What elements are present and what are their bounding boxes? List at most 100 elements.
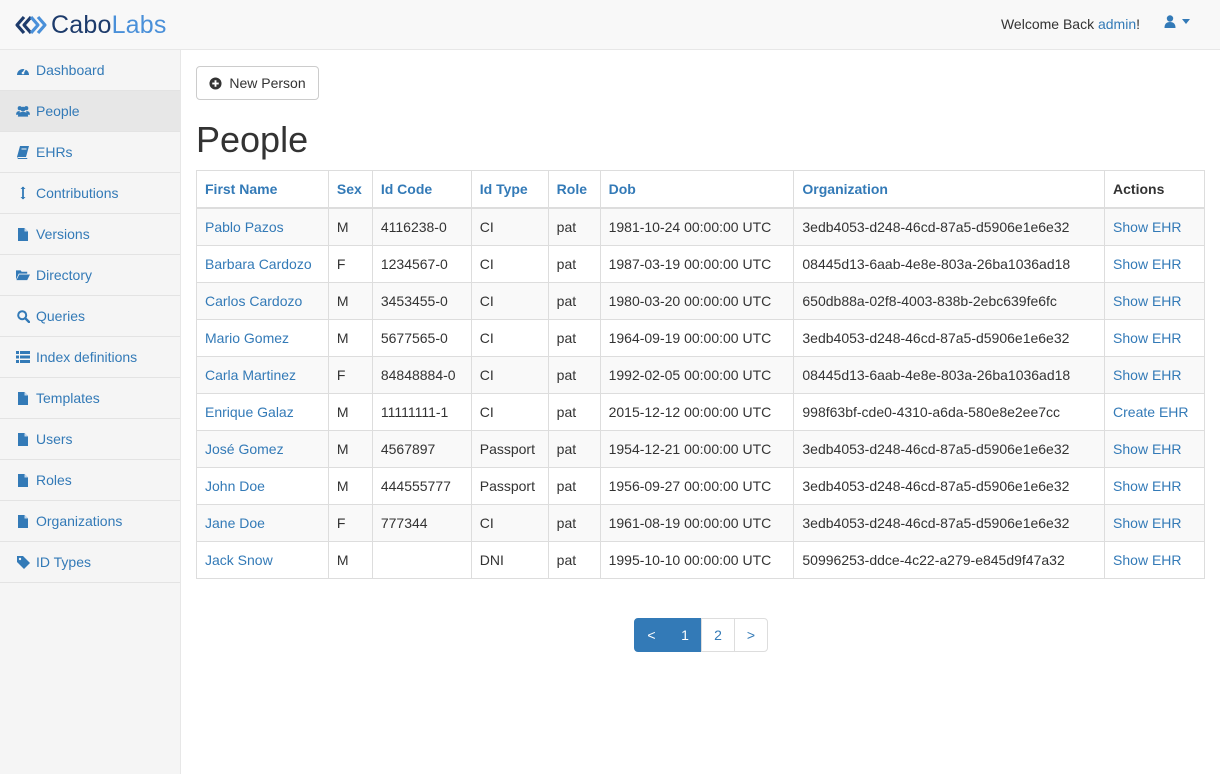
cell-id-type: CI	[470, 245, 549, 283]
sidebar-item-directory[interactable]: Directory	[0, 255, 180, 296]
cell-organization: 3edb4053-d248-46cd-87a5-d5906e1e6e32	[793, 467, 1106, 505]
cell-role: pat	[547, 356, 601, 394]
sidebar-item-label: Index definitions	[36, 349, 138, 365]
show-ehr-link[interactable]: Show EHR	[1113, 256, 1181, 272]
cell-id-type: CI	[470, 319, 549, 357]
welcome-prefix: Welcome Back	[1000, 16, 1098, 32]
cell-first-name: José Gomez	[196, 430, 329, 468]
cell-organization: 08445d13-6aab-4e8e-803a-26ba1036ad18	[793, 356, 1106, 394]
cell-actions: Create EHR	[1104, 393, 1205, 431]
caret-down-icon	[1182, 19, 1190, 24]
cell-dob: 1995-10-10 00:00:00 UTC	[599, 541, 795, 579]
sort-link-id-type[interactable]: Id Type	[480, 181, 528, 197]
search-icon	[16, 309, 30, 323]
brand-name: CaboLabs	[51, 11, 167, 39]
sidebar-item-organizations[interactable]: Organizations	[0, 501, 180, 542]
cell-first-name: Carlos Cardozo	[196, 282, 329, 320]
sidebar-item-ehrs[interactable]: EHRs	[0, 132, 180, 173]
cell-organization: 650db88a-02f8-4003-838b-2ebc639fe6fc	[793, 282, 1106, 320]
show-ehr-link[interactable]: Show EHR	[1113, 552, 1181, 568]
sidebar-item-people[interactable]: People	[0, 91, 180, 132]
cell-organization: 08445d13-6aab-4e8e-803a-26ba1036ad18	[793, 245, 1106, 283]
table-row: Carla Martinez F 84848884-0 CI pat 1992-02-05…	[196, 356, 1205, 394]
cell-id-code: 777344	[371, 504, 472, 542]
cell-actions: Show EHR	[1104, 430, 1205, 468]
cell-id-code: 5677565-0	[371, 319, 472, 357]
cell-actions: Show EHR	[1104, 282, 1205, 320]
show-ehr-link[interactable]: Show EHR	[1113, 515, 1181, 531]
sort-link-organization[interactable]: Organization	[802, 181, 888, 197]
new-person-button[interactable]: New Person	[196, 66, 319, 100]
table-row: Barbara Cardozo F 1234567-0 CI pat 1987-03-19…	[196, 245, 1205, 283]
cell-id-type: CI	[470, 504, 549, 542]
person-link[interactable]: Jack Snow	[205, 552, 273, 568]
sidebar-item-index-definitions[interactable]: Index definitions	[0, 337, 180, 378]
create-ehr-link[interactable]: Create EHR	[1113, 404, 1188, 420]
dashboard-icon	[16, 63, 30, 77]
person-link[interactable]: Carlos Cardozo	[205, 293, 302, 309]
table-row: Pablo Pazos M 4116238-0 CI pat 1981-10-24 00:…	[196, 207, 1205, 246]
table-row: José Gomez M 4567897 Passport pat 1954-12-21 …	[196, 430, 1205, 468]
show-ehr-link[interactable]: Show EHR	[1113, 367, 1181, 383]
cell-actions: Show EHR	[1104, 541, 1205, 579]
person-link[interactable]: Carla Martinez	[205, 367, 296, 383]
cell-id-type: DNI	[470, 541, 549, 579]
pagination-page-2[interactable]: 2	[701, 618, 735, 652]
sidebar-item-label: Versions	[36, 226, 90, 242]
file-icon	[16, 514, 30, 528]
sort-link-role[interactable]: Role	[557, 181, 587, 197]
show-ehr-link[interactable]: Show EHR	[1113, 330, 1181, 346]
brand-logo[interactable]: CaboLabs	[14, 11, 167, 39]
cell-organization: 3edb4053-d248-46cd-87a5-d5906e1e6e32	[793, 430, 1106, 468]
text-height-icon	[16, 186, 30, 200]
cell-id-type: Passport	[470, 467, 549, 505]
username-link[interactable]: admin	[1098, 16, 1136, 32]
person-link[interactable]: Barbara Cardozo	[205, 256, 312, 272]
person-link[interactable]: Pablo Pazos	[205, 219, 284, 235]
welcome-suffix: !	[1136, 16, 1140, 32]
cell-role: pat	[547, 467, 601, 505]
column-header-dob: Dob	[599, 170, 795, 209]
table-row: Jack Snow M DNI pat 1995-10-10 00:00:00 UTC 5…	[196, 541, 1205, 579]
show-ehr-link[interactable]: Show EHR	[1113, 478, 1181, 494]
users-icon	[16, 104, 30, 118]
sort-link-first-name[interactable]: First Name	[205, 181, 277, 197]
sidebar-item-templates[interactable]: Templates	[0, 378, 180, 419]
show-ehr-link[interactable]: Show EHR	[1113, 441, 1181, 457]
pagination-next-button[interactable]: >	[734, 618, 768, 652]
person-link[interactable]: Enrique Galaz	[205, 404, 294, 420]
person-link[interactable]: John Doe	[205, 478, 265, 494]
pagination-prev-button[interactable]: <	[634, 618, 669, 652]
user-menu-toggle[interactable]	[1164, 15, 1190, 28]
show-ehr-link[interactable]: Show EHR	[1113, 219, 1181, 235]
show-ehr-link[interactable]: Show EHR	[1113, 293, 1181, 309]
cell-role: pat	[547, 282, 601, 320]
cell-first-name: Barbara Cardozo	[196, 245, 329, 283]
sidebar-item-label: Dashboard	[36, 62, 105, 78]
sidebar-item-queries[interactable]: Queries	[0, 296, 180, 337]
list-icon	[16, 350, 30, 364]
table-row: John Doe M 444555777 Passport pat 1956-09-27 …	[196, 467, 1205, 505]
cell-role: pat	[547, 393, 601, 431]
cell-id-code: 84848884-0	[371, 356, 472, 394]
sidebar-item-dashboard[interactable]: Dashboard	[0, 50, 180, 91]
sort-link-id-code[interactable]: Id Code	[381, 181, 432, 197]
sidebar-item-id-types[interactable]: ID Types	[0, 542, 180, 583]
cell-organization: 3edb4053-d248-46cd-87a5-d5906e1e6e32	[793, 207, 1106, 246]
page-title: People	[196, 119, 309, 160]
person-link[interactable]: Jane Doe	[205, 515, 265, 531]
sidebar-item-roles[interactable]: Roles	[0, 460, 180, 501]
sidebar-item-users[interactable]: Users	[0, 419, 180, 460]
sort-link-sex[interactable]: Sex	[337, 181, 362, 197]
sidebar-item-contributions[interactable]: Contributions	[0, 173, 180, 214]
pagination-page-1[interactable]: 1	[668, 618, 702, 652]
cell-actions: Show EHR	[1104, 504, 1205, 542]
person-link[interactable]: José Gomez	[205, 441, 284, 457]
sidebar-item-versions[interactable]: Versions	[0, 214, 180, 255]
top-navbar: CaboLabs Welcome Back admin!	[0, 0, 1220, 50]
cell-actions: Show EHR	[1104, 319, 1205, 357]
person-link[interactable]: Mario Gomez	[205, 330, 289, 346]
sort-link-dob[interactable]: Dob	[609, 181, 636, 197]
cell-id-type: CI	[470, 282, 549, 320]
file-icon	[16, 391, 30, 405]
